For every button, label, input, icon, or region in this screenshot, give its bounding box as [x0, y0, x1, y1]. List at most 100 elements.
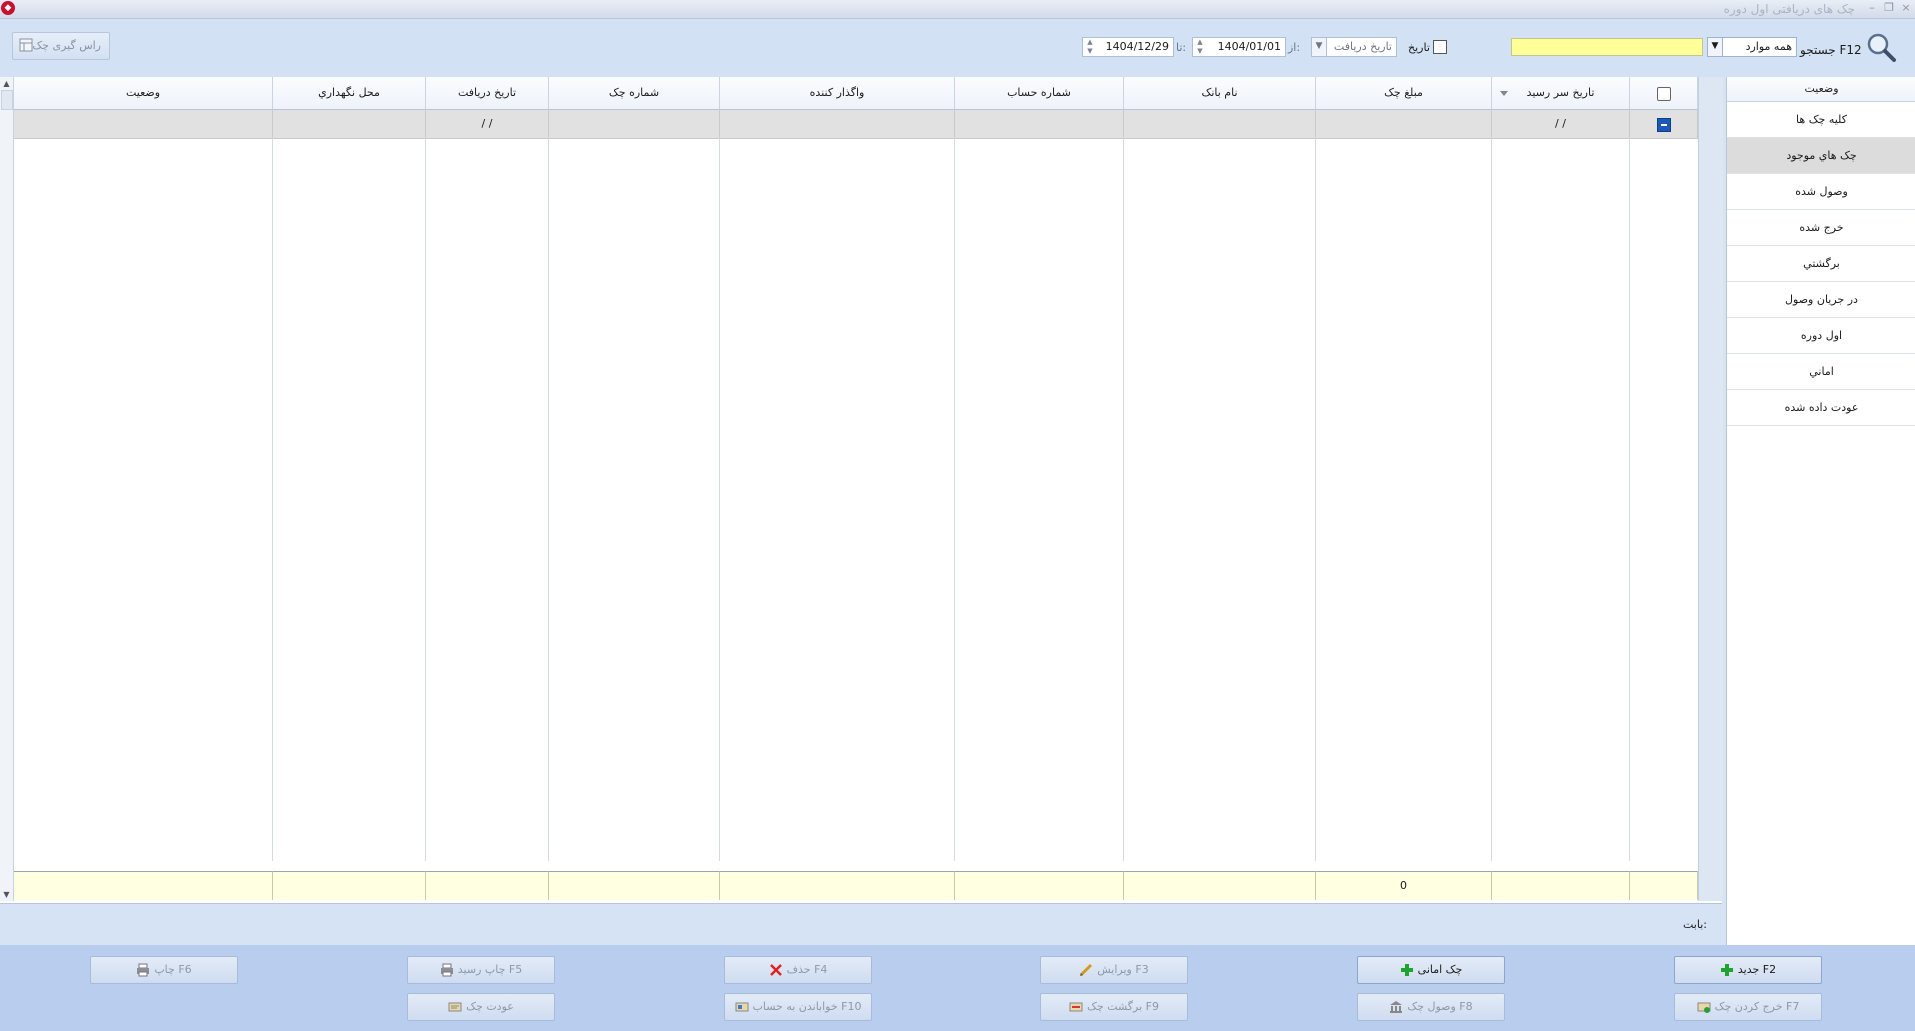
cheque-return-icon: [1069, 1002, 1083, 1012]
status-item-trust[interactable]: اماني: [1727, 354, 1915, 390]
column-divider: [954, 138, 955, 861]
pencil-icon: [1080, 963, 1093, 977]
action-buttons: جدید F2 چک امانی ویرایش F3 حذف F4 چاپ رس…: [0, 945, 1915, 1031]
to-label: تا:: [1176, 41, 1187, 54]
from-date-input[interactable]: ▲ ▼ 1404/01/01: [1192, 37, 1286, 57]
column-header-bank-name[interactable]: نام بانک: [1124, 77, 1316, 110]
footer-amount-total: 0: [1316, 871, 1492, 900]
filter-cell-amount[interactable]: [1316, 110, 1492, 139]
column-divider: [548, 138, 549, 861]
status-item-bounced[interactable]: برگشتي: [1727, 246, 1915, 282]
filter-cell-assignor[interactable]: [720, 110, 955, 139]
search-icon[interactable]: [1865, 31, 1897, 63]
sort-dropdown-icon[interactable]: [1500, 91, 1508, 96]
footer-cell-storage-location: [273, 871, 426, 900]
status-item-available[interactable]: چک هاي موجود: [1727, 138, 1915, 174]
grid-scrollbar[interactable]: ▲ ▼: [0, 77, 14, 901]
status-item-opening[interactable]: اول دوره: [1727, 318, 1915, 354]
search-toolbar: جستجو F12 ▼ همه موارد تاریخ ▼ تاریخ دریا…: [0, 19, 1915, 77]
filter-row-checkbox[interactable]: [1657, 118, 1671, 132]
status-item-all[interactable]: کلیه چک ها: [1727, 102, 1915, 138]
select-all-checkbox[interactable]: [1657, 87, 1671, 101]
filter-cell-received-date[interactable]: / /: [426, 110, 549, 139]
column-header-status[interactable]: وضعیت: [14, 77, 273, 110]
column-header-account-number[interactable]: شماره حساب: [955, 77, 1124, 110]
date-filter-label: تاریخ: [1408, 41, 1430, 54]
column-divider: [1315, 138, 1316, 861]
search-input[interactable]: [1511, 38, 1703, 56]
calculator-icon: [19, 38, 33, 52]
status-item-in-collection[interactable]: در جريان وصول: [1727, 282, 1915, 318]
printer-icon: [440, 963, 453, 977]
date-field-select[interactable]: ▼ تاریخ دریافت: [1311, 37, 1397, 57]
footer-cell-status: [14, 871, 273, 900]
chevron-down-icon[interactable]: ▼: [1312, 38, 1327, 56]
scroll-thumb[interactable]: [1, 90, 13, 110]
balance-cheque-button[interactable]: راس گیری چک: [12, 32, 110, 60]
filter-cell-account-number[interactable]: [955, 110, 1124, 139]
filter-cell-cheque-number[interactable]: [549, 110, 720, 139]
filter-cell-due-date[interactable]: / /: [1492, 110, 1630, 139]
status-item-spent[interactable]: خرج شده: [1727, 210, 1915, 246]
column-header-select[interactable]: [1630, 77, 1698, 110]
column-header-cheque-number[interactable]: شماره چک: [549, 77, 720, 110]
from-label: از:: [1288, 41, 1301, 54]
chevron-down-icon[interactable]: ▼: [1708, 38, 1723, 56]
footer-cell-account-number: [955, 871, 1124, 900]
column-divider: [272, 138, 273, 861]
status-item-returned[interactable]: عودت داده شده: [1727, 390, 1915, 426]
footer-cell-assignor: [720, 871, 955, 900]
grid-right-strip: [1698, 77, 1723, 901]
plus-icon: [1720, 964, 1733, 976]
plus-icon: [1400, 964, 1413, 976]
spin-icon[interactable]: ▲ ▼: [1085, 38, 1095, 56]
return-cheque-button[interactable]: عودت چک: [407, 993, 555, 1021]
new-button[interactable]: جدید F2: [1674, 956, 1822, 984]
filter-cell-bank-name[interactable]: [1124, 110, 1316, 139]
bounce-cheque-button[interactable]: برگشت چک F9: [1040, 993, 1188, 1021]
bank-icon: [1390, 1001, 1403, 1013]
to-date-input[interactable]: ▲ ▼ 1404/12/29: [1082, 37, 1174, 57]
deposit-to-account-button[interactable]: خواباندن به حساب F10: [724, 993, 872, 1021]
print-button[interactable]: چاپ F6: [90, 956, 238, 984]
scroll-down-icon[interactable]: ▼: [0, 888, 13, 901]
filter-cell-select[interactable]: [1630, 110, 1698, 139]
cheques-grid[interactable]: ▲ ▼ تاریخ سر رسید مبلغ چک نام بانک شماره…: [0, 77, 1723, 903]
column-divider: [1629, 138, 1630, 861]
restore-icon[interactable]: ❐: [1882, 1, 1896, 15]
deposit-icon: [735, 1002, 749, 1012]
search-scope-select[interactable]: ▼ همه موارد: [1707, 37, 1797, 57]
column-header-due-date[interactable]: تاریخ سر رسید: [1492, 77, 1630, 110]
delete-button[interactable]: حذف F4: [724, 956, 872, 984]
app-logo-icon: ◆: [1, 1, 15, 15]
column-divider: [719, 138, 720, 861]
filter-cell-status[interactable]: [14, 110, 273, 139]
minimize-icon[interactable]: –: [1865, 1, 1879, 15]
column-divider: [1123, 138, 1124, 861]
print-receipt-button[interactable]: چاپ رسید F5: [407, 956, 555, 984]
column-header-storage-location[interactable]: محل نگهداري: [273, 77, 426, 110]
description-bar: بابت:: [0, 903, 1722, 946]
edit-button[interactable]: ویرایش F3: [1040, 956, 1188, 984]
scroll-up-icon[interactable]: ▲: [0, 77, 13, 90]
spin-icon[interactable]: ▲ ▼: [1195, 38, 1205, 56]
spend-cheque-button[interactable]: خرج کردن چک F7: [1674, 993, 1822, 1021]
filter-cell-storage-location[interactable]: [273, 110, 426, 139]
date-filter-checkbox[interactable]: [1433, 40, 1447, 54]
footer-cell-select: [1630, 871, 1698, 900]
cheque-out-icon: [1697, 1002, 1711, 1013]
footer-cell-bank-name: [1124, 871, 1316, 900]
trust-cheque-button[interactable]: چک امانی: [1357, 956, 1505, 984]
status-panel: وضعیت کلیه چک ها چک هاي موجود وصول شده خ…: [1726, 77, 1915, 945]
collect-cheque-button[interactable]: وصول چک F8: [1357, 993, 1505, 1021]
column-header-assignor[interactable]: واگذار کننده: [720, 77, 955, 110]
close-icon[interactable]: ×: [1899, 1, 1913, 15]
title-bar: ◆ چک های دریافتی اول دوره – ❐ ×: [0, 0, 1915, 19]
column-divider: [425, 138, 426, 861]
delete-x-icon: [769, 964, 782, 976]
footer-cell-received-date: [426, 871, 549, 900]
column-header-amount[interactable]: مبلغ چک: [1316, 77, 1492, 110]
column-header-received-date[interactable]: تاریخ دریافت: [426, 77, 549, 110]
footer-cell-cheque-number: [549, 871, 720, 900]
status-item-collected[interactable]: وصول شده: [1727, 174, 1915, 210]
